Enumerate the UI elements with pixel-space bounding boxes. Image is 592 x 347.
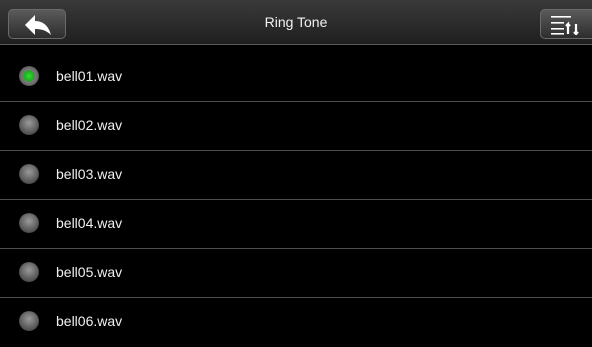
list-item[interactable]: bell04.wav [0, 200, 592, 249]
list-item[interactable]: bell06.wav [0, 298, 592, 347]
ring-tone-label: bell06.wav [56, 313, 123, 329]
radio-unselected-icon[interactable] [19, 311, 39, 331]
list-item[interactable]: bell02.wav [0, 102, 592, 151]
radio-selected-icon[interactable] [19, 66, 39, 86]
ring-tone-list: bell01.wav bell02.wav bell03.wav bell04.… [0, 53, 592, 347]
radio-unselected-icon[interactable] [19, 213, 39, 233]
radio-unselected-icon[interactable] [19, 164, 39, 184]
ring-tone-label: bell04.wav [56, 215, 123, 231]
ring-tone-label: bell01.wav [56, 68, 123, 84]
list-item[interactable]: bell03.wav [0, 151, 592, 200]
title-bar: Ring Tone [0, 0, 592, 45]
ring-tone-label: bell05.wav [56, 264, 123, 280]
ring-tone-label: bell02.wav [56, 117, 123, 133]
list-item[interactable]: bell01.wav [0, 53, 592, 102]
page-title: Ring Tone [264, 14, 328, 30]
ring-tone-label: bell03.wav [56, 166, 123, 182]
radio-unselected-icon[interactable] [19, 115, 39, 135]
list-item[interactable]: bell05.wav [0, 249, 592, 298]
radio-unselected-icon[interactable] [19, 262, 39, 282]
sort-list-icon [551, 16, 579, 35]
sort-button[interactable] [540, 9, 592, 39]
